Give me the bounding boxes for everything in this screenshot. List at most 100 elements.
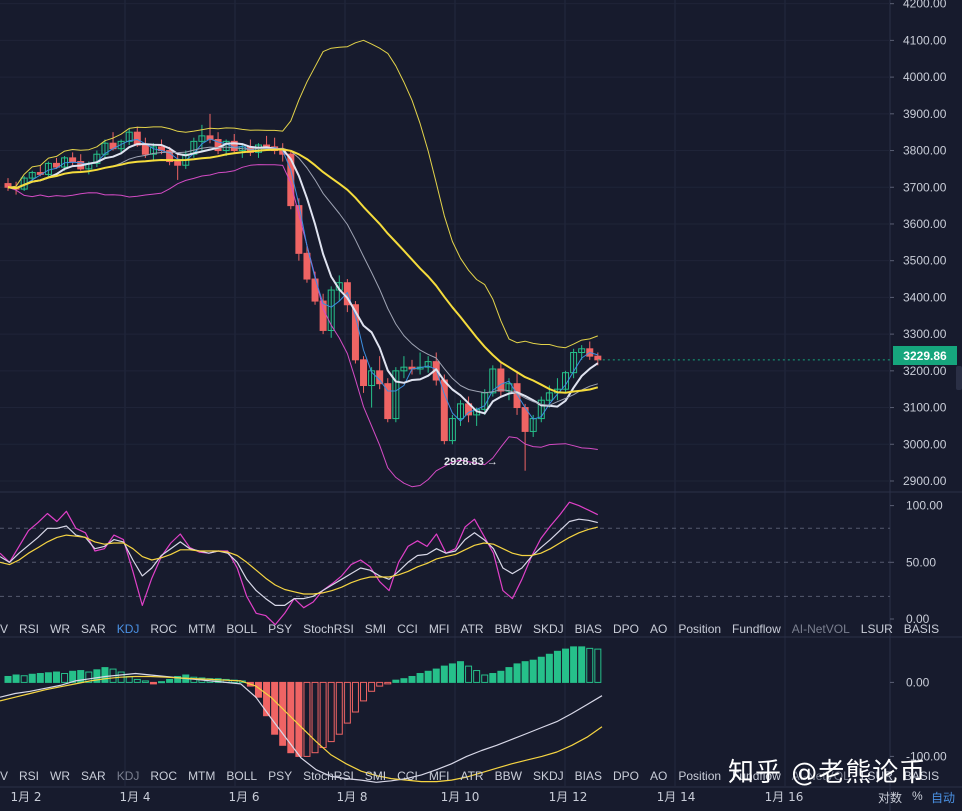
indicator-tab-psy[interactable]: PSY [268, 769, 292, 783]
osc2-histogram-bar-43 [351, 681, 359, 713]
osc2-histogram-bar-17 [141, 680, 149, 683]
boll-lower-line [7, 164, 598, 488]
osc2-histogram-bar-65 [529, 659, 537, 683]
candle-body-17 [141, 144, 149, 155]
indicator-tab-kdj[interactable]: KDJ [117, 769, 140, 783]
indicator-tab-atr[interactable]: ATR [460, 769, 483, 783]
candle-body-73 [594, 355, 602, 361]
osc2-histogram-bar-57 [465, 665, 473, 683]
osc1-tick-label-1: 50.00 [906, 555, 936, 569]
indicator-tab-kdj[interactable]: KDJ [117, 622, 140, 636]
indicator-tab-ao[interactable]: AO [650, 622, 667, 636]
indicator-tab-bbw[interactable]: BBW [495, 622, 522, 636]
osc2-histogram-bar-48 [392, 679, 400, 683]
indicator-tab-wr[interactable]: WR [50, 769, 70, 783]
osc2-histogram-bar-50 [408, 675, 416, 683]
indicator-tab-v[interactable]: V [0, 769, 8, 783]
osc1-tick-label-0: 100.00 [906, 499, 943, 513]
osc1-series-line-2 [0, 526, 598, 595]
x-tick-label-7: 1月 16 [765, 790, 804, 804]
boll-upper-line [7, 39, 598, 349]
chart-canvas[interactable]: 4200.00 4100.00 4000.00 3900.00 3800.00 3700.… [0, 0, 962, 811]
percent-scale-toggle[interactable]: % [912, 789, 923, 803]
osc2-histogram-bar-52 [424, 670, 432, 683]
indicator-tab-position[interactable]: Position [678, 622, 721, 636]
indicator-tab-psy[interactable]: PSY [268, 622, 292, 636]
y-tick-label-0: 4200.00 [903, 0, 947, 11]
indicator-tab-roc[interactable]: ROC [150, 769, 177, 783]
osc2-histogram-bar-69 [562, 648, 570, 683]
osc2-histogram-bar-58 [473, 670, 481, 683]
indicator-tab-dpo[interactable]: DPO [613, 769, 639, 783]
indicator-tab-cci[interactable]: CCI [397, 769, 418, 783]
price-scale-handle[interactable] [956, 366, 962, 390]
indicator-tab-skdj[interactable]: SKDJ [533, 769, 564, 783]
indicator-tab-stochrsi[interactable]: StochRSI [303, 769, 354, 783]
last-price-tag: 3229.86 [893, 346, 957, 365]
indicator-tab-ai-netvol[interactable]: AI-NetVOL [792, 622, 850, 636]
indicator-tab-dpo[interactable]: DPO [613, 622, 639, 636]
osc2-histogram-bar-39 [319, 681, 327, 749]
indicator-tab-bbw[interactable]: BBW [495, 769, 522, 783]
candle-body-38 [311, 278, 319, 302]
indicator-tab-smi[interactable]: SMI [365, 622, 386, 636]
osc2-histogram-bar-60 [489, 673, 497, 683]
osc2-histogram-bar-20 [166, 678, 174, 683]
candle-body-44 [360, 359, 368, 387]
log-scale-toggle[interactable]: 对数 [878, 789, 902, 806]
indicator-tab-v[interactable]: V [0, 622, 8, 636]
osc2-histogram-bar-72 [586, 647, 594, 683]
osc2-histogram-bar-54 [440, 665, 448, 683]
candle-body-61 [497, 368, 505, 392]
osc2-histogram-bar-40 [327, 681, 335, 743]
osc2-histogram-bar-2 [20, 675, 28, 683]
indicator-tab-bias[interactable]: BIAS [575, 622, 602, 636]
indicator-tab-mfi[interactable]: MFI [429, 622, 450, 636]
indicator-tab-mfi[interactable]: MFI [429, 769, 450, 783]
osc2-histogram-bar-0 [4, 675, 12, 683]
indicator-tab-boll[interactable]: BOLL [226, 769, 257, 783]
indicator-tab-sar[interactable]: SAR [81, 769, 106, 783]
osc2-histogram-bar-61 [497, 670, 505, 683]
osc2-histogram-bar-56 [456, 661, 464, 683]
x-tick-label-2: 1月 6 [228, 790, 259, 804]
osc2-histogram-bar-45 [368, 681, 376, 692]
osc2-histogram-bar-64 [521, 661, 529, 683]
indicator-tab-skdj[interactable]: SKDJ [533, 622, 564, 636]
indicator-tab-bias[interactable]: BIAS [575, 769, 602, 783]
indicator-tab-stochrsi[interactable]: StochRSI [303, 622, 354, 636]
indicator-tab-ao[interactable]: AO [650, 769, 667, 783]
indicator-tab-wr[interactable]: WR [50, 622, 70, 636]
osc2-histogram-bar-7 [61, 673, 69, 683]
y-tick-label-2: 4000.00 [903, 70, 947, 84]
chart-stage[interactable]: 4200.00 4100.00 4000.00 3900.00 3800.00 3700.… [0, 0, 962, 811]
osc2-histogram-bar-62 [505, 667, 513, 683]
osc2-histogram-bar-66 [537, 656, 545, 683]
indicator-tab-fundflow[interactable]: Fundflow [732, 622, 781, 636]
osc2-histogram-bar-12 [101, 667, 109, 683]
indicator-tab-cci[interactable]: CCI [397, 622, 418, 636]
indicator-tab-sar[interactable]: SAR [81, 622, 106, 636]
indicator-tab-rsi[interactable]: RSI [19, 769, 39, 783]
y-tick-label-1: 4100.00 [903, 33, 947, 47]
indicator-tab-roc[interactable]: ROC [150, 622, 177, 636]
indicator-tab-position[interactable]: Position [678, 769, 721, 783]
indicator-tab-smi[interactable]: SMI [365, 769, 386, 783]
osc2-histogram-bar-47 [384, 681, 392, 685]
y-tick-label-10: 3200.00 [903, 364, 947, 378]
osc2-histogram-bar-49 [400, 678, 408, 683]
indicator-tab-mtm[interactable]: MTM [188, 769, 215, 783]
osc2-histogram-bar-51 [416, 673, 424, 683]
auto-scale-toggle[interactable]: 自动 [931, 789, 955, 806]
indicator-tab-lsur[interactable]: LSUR [861, 622, 893, 636]
indicator-tab-rsi[interactable]: RSI [19, 622, 39, 636]
indicator-tab-atr[interactable]: ATR [460, 622, 483, 636]
indicator-tab-mtm[interactable]: MTM [188, 622, 215, 636]
indicator-tab-basis[interactable]: BASIS [904, 622, 939, 636]
watermark: 知乎 @老熊论币 [728, 758, 927, 788]
indicator-tab-boll[interactable]: BOLL [226, 622, 257, 636]
x-tick-label-6: 1月 14 [657, 790, 696, 804]
candle-body-63 [513, 383, 521, 409]
osc2-histogram-bar-3 [28, 673, 36, 683]
y-tick-label-7: 3500.00 [903, 254, 947, 268]
